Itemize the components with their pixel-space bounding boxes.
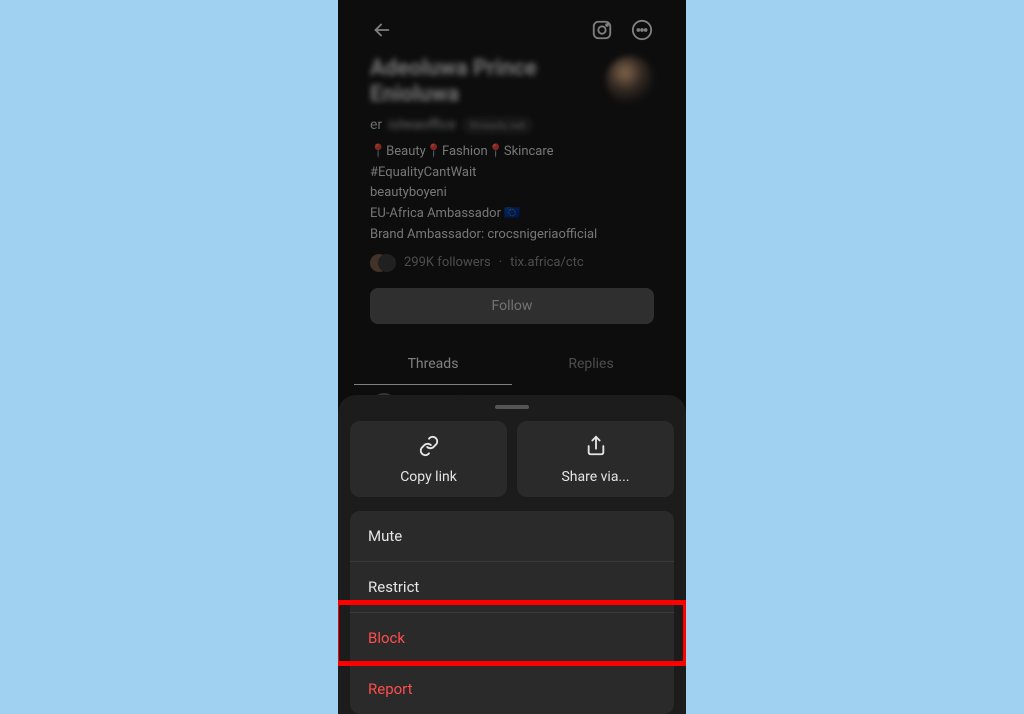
copy-link-button[interactable]: Copy link bbox=[350, 421, 507, 497]
share-via-button[interactable]: Share via... bbox=[517, 421, 674, 497]
more-options-icon[interactable] bbox=[630, 18, 654, 42]
action-list: Mute Restrict Block Report bbox=[350, 511, 674, 714]
action-sheet: Copy link Share via... Mute Restrict Blo… bbox=[338, 395, 686, 714]
username-prefix: er bbox=[370, 117, 382, 133]
tab-threads[interactable]: Threads bbox=[354, 344, 512, 385]
restrict-button[interactable]: Restrict bbox=[350, 562, 674, 613]
copy-link-label: Copy link bbox=[400, 469, 457, 485]
bio-line: Brand Ambassador: crocsnigeriaofficial bbox=[370, 225, 654, 246]
display-name-line2: Enioluwa bbox=[370, 82, 537, 108]
phone-frame: Adeoluwa Prince Enioluwa er iolwaoffice … bbox=[338, 0, 686, 714]
profile-link[interactable]: tix.africa/ctc bbox=[510, 255, 584, 270]
display-name-line1: Adeoluwa Prince bbox=[370, 56, 537, 82]
share-via-label: Share via... bbox=[561, 469, 629, 485]
sheet-grabber[interactable] bbox=[495, 405, 529, 409]
dot-separator: · bbox=[499, 255, 502, 270]
domain-chip: threads.net bbox=[462, 117, 533, 134]
bio-line: beautyboyeni bbox=[370, 183, 654, 204]
instagram-icon[interactable] bbox=[590, 18, 614, 42]
username-rest: iolwaoffice bbox=[388, 117, 456, 133]
block-button[interactable]: Block bbox=[350, 613, 674, 664]
bio: 📍Beauty📍Fashion📍Skincare #EqualityCantWa… bbox=[354, 134, 670, 246]
link-icon bbox=[418, 435, 440, 461]
profile-background: Adeoluwa Prince Enioluwa er iolwaoffice … bbox=[338, 0, 686, 421]
bio-line: 📍Beauty📍Fashion📍Skincare bbox=[370, 142, 654, 163]
avatar[interactable] bbox=[606, 56, 654, 104]
follower-avatar-icon bbox=[378, 254, 396, 272]
mute-button[interactable]: Mute bbox=[350, 511, 674, 562]
tab-replies[interactable]: Replies bbox=[512, 344, 670, 385]
back-icon[interactable] bbox=[370, 18, 394, 42]
bio-line: EU-Africa Ambassador 🇪🇺 bbox=[370, 204, 654, 225]
follow-button[interactable]: Follow bbox=[370, 288, 654, 324]
bio-line: #EqualityCantWait bbox=[370, 163, 654, 184]
report-button[interactable]: Report bbox=[350, 664, 674, 714]
share-icon bbox=[585, 435, 607, 461]
followers-count[interactable]: 299K followers bbox=[404, 255, 491, 270]
